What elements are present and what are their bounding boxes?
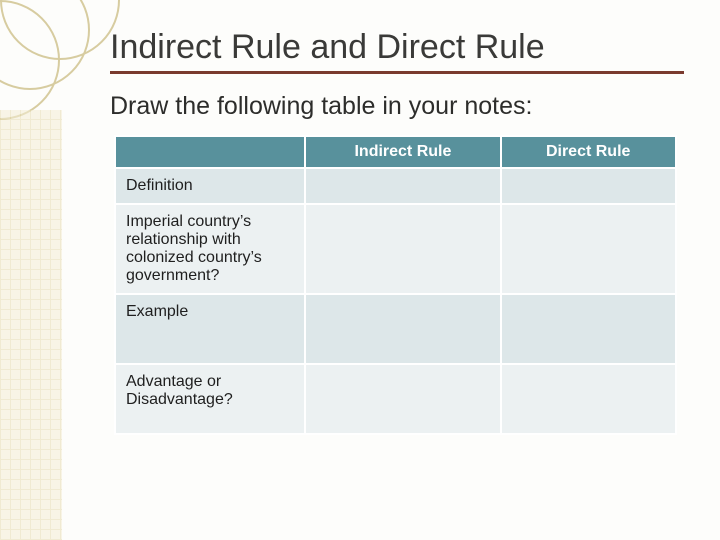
- row-label-relationship: Imperial country’s relationship with col…: [115, 204, 305, 294]
- subtitle: Draw the following table in your notes:: [110, 92, 684, 121]
- corner-rings-decor: [0, 0, 120, 120]
- row-label-definition: Definition: [115, 168, 305, 204]
- table-row: Advantage or Disadvantage?: [115, 364, 676, 434]
- row-label-advantage: Advantage or Disadvantage?: [115, 364, 305, 434]
- cell: [305, 168, 501, 204]
- cell: [501, 168, 676, 204]
- page-title: Indirect Rule and Direct Rule: [110, 28, 684, 74]
- row-label-example: Example: [115, 294, 305, 364]
- cell: [305, 204, 501, 294]
- table-row: Definition: [115, 168, 676, 204]
- left-pattern-stripe: [0, 110, 62, 540]
- comparison-table: Indirect Rule Direct Rule Definition Imp…: [114, 135, 677, 435]
- cell: [305, 364, 501, 434]
- cell: [501, 364, 676, 434]
- table-header-indirect: Indirect Rule: [305, 136, 501, 168]
- cell: [305, 294, 501, 364]
- table-header-direct: Direct Rule: [501, 136, 676, 168]
- cell: [501, 204, 676, 294]
- table-row: Example: [115, 294, 676, 364]
- table-row: Imperial country’s relationship with col…: [115, 204, 676, 294]
- table-header-blank: [115, 136, 305, 168]
- cell: [501, 294, 676, 364]
- slide-content: Indirect Rule and Direct Rule Draw the f…: [110, 28, 684, 435]
